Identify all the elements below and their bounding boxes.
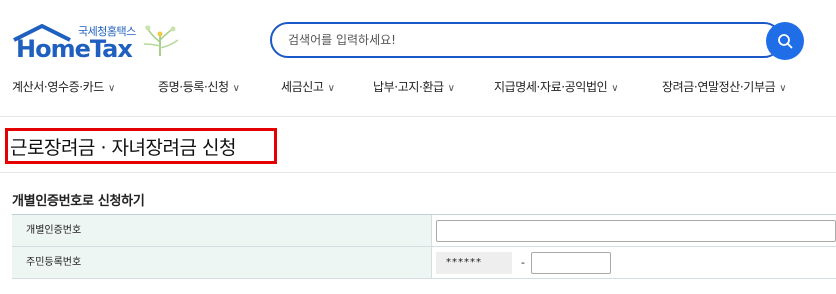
search-bar <box>270 22 804 60</box>
logo-english-text: HomeTax <box>16 35 133 63</box>
chevron-down-icon: ∨ <box>611 83 619 94</box>
nav-item-certificate[interactable]: 증명·등록·신청 ∨ <box>158 78 240 95</box>
nav-item-label: 장려금·연말정산·기부금 <box>662 80 776 94</box>
resident-number-label: 주민등록번호 <box>12 247 432 278</box>
auth-number-input[interactable] <box>436 220 836 242</box>
nav-item-incentive[interactable]: 장려금·연말정산·기부금 ∨ <box>662 78 787 95</box>
search-button[interactable] <box>766 22 804 60</box>
nav-item-label: 증명·등록·신청 <box>158 80 229 94</box>
nav-item-label: 지급명세·자료·공익법인 <box>494 80 608 94</box>
auth-number-label: 개별인증번호 <box>12 215 432 246</box>
nav-item-label: 납부·고지·환급 <box>373 80 444 94</box>
page-title: 근로장려금 · 자녀장려금 신청 <box>10 137 236 159</box>
nav-item-label: 세금신고 <box>281 80 324 94</box>
search-input[interactable] <box>270 22 782 58</box>
plant-decoration-icon <box>143 25 179 56</box>
form-row-auth-number: 개별인증번호 <box>12 215 836 247</box>
chevron-down-icon: ∨ <box>232 83 240 94</box>
nav-item-invoice[interactable]: 계산서·영수증·카드 ∨ <box>12 78 115 95</box>
nav-item-payment-statement[interactable]: 지급명세·자료·공익법인 ∨ <box>494 78 619 95</box>
hometax-logo[interactable]: 국세청홈택스 HomeTax <box>12 20 182 64</box>
auth-number-cell <box>432 215 836 246</box>
title-divider <box>0 172 836 173</box>
search-icon <box>778 34 793 49</box>
resident-number-cell: ****** - <box>432 247 836 278</box>
chevron-down-icon: ∨ <box>447 83 455 94</box>
chevron-down-icon: ∨ <box>327 83 335 94</box>
section-title: 개별인증번호로 신청하기 <box>12 194 145 209</box>
form-row-resident-number: 주민등록번호 ****** - <box>12 247 836 279</box>
resident-number-dash: - <box>521 256 525 269</box>
chevron-down-icon: ∨ <box>779 83 787 94</box>
nav-item-label: 계산서·영수증·카드 <box>12 80 104 94</box>
nav-divider <box>0 116 836 117</box>
resident-number-back-input[interactable] <box>531 252 611 274</box>
main-nav: 계산서·영수증·카드 ∨ 증명·등록·신청 ∨ 세금신고 ∨ 납부·고지·환급 ∨ 지급… <box>0 78 836 102</box>
nav-item-tax-return[interactable]: 세금신고 ∨ <box>281 78 335 95</box>
nav-item-payment[interactable]: 납부·고지·환급 ∨ <box>373 78 455 95</box>
chevron-down-icon: ∨ <box>107 83 115 94</box>
auth-form-table: 개별인증번호 주민등록번호 ****** - <box>12 214 836 279</box>
resident-number-front: ****** <box>436 252 512 274</box>
